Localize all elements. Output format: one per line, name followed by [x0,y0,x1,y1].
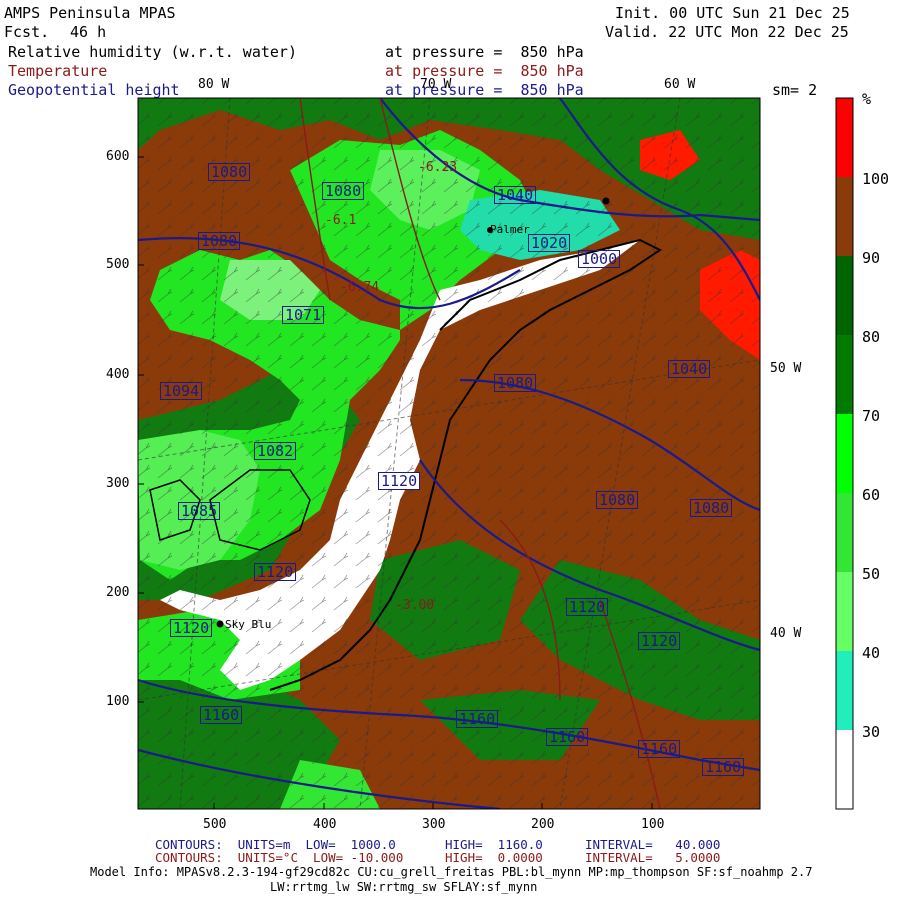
height-label: 1120 [170,619,213,637]
height-label: 1080 [198,232,241,250]
sky-blu-label: Sky Blu [225,618,272,631]
colorbar-label: 60 [862,486,881,504]
x-tick-label: 200 [531,817,555,832]
colorbar-label: 40 [862,644,881,662]
height-label: 1120 [378,472,421,490]
colorbar-label: 90 [862,249,881,267]
lon-label: 60 W [664,77,696,92]
height-label: 1082 [254,442,297,460]
lon-label: 80 W [198,77,230,92]
colorbar-unit: % [862,90,872,108]
temp-label: -6.1 [325,213,357,228]
temp-label: -3.00 [395,598,435,613]
temp-label: -6.23 [418,160,458,175]
height-label: 1000 [578,250,621,268]
height-label: 1080 [690,499,733,517]
footer-temp-contours: CONTOURS: UNITS=°C LOW= -10.000 [155,850,404,865]
height-label: 1160 [456,710,499,728]
height-label: 1160 [200,706,243,724]
x-tick-label: 100 [641,817,665,832]
lon-label: 40 W [770,626,802,641]
colorbar-label: 50 [862,565,881,583]
colorbar [835,97,854,810]
lon-label: 50 W [770,361,802,376]
lon-label: 70 W [420,77,452,92]
height-label: 1160 [702,758,745,776]
palmer-label: Palmer [490,223,530,236]
height-label: 1120 [254,563,297,581]
y-tick-label: 300 [106,476,130,491]
height-label: 1085 [178,502,221,520]
weather-map [137,97,854,810]
height-label: 1080 [494,374,537,392]
y-tick-label: 200 [106,585,130,600]
colorbar-label: 30 [862,723,881,741]
x-tick-label: 400 [313,817,337,832]
height-label: 1160 [638,740,681,758]
height-label: 1120 [638,632,681,650]
colorbar-label: 100 [862,170,890,188]
height-label: 1120 [566,598,609,616]
footer-model-info: Model Info: MPASv8.2.3-194-gf29cd82c CU:… [90,865,813,879]
sky-blu-marker [216,620,224,628]
footer-model-info-2: LW:rrtmg_lw SW:rrtmg_sw SFLAY:sf_mynn [270,880,538,894]
footer-temp-high: HIGH= 0.0000 [445,850,543,865]
x-tick-label: 500 [203,817,227,832]
height-label: 1040 [668,360,711,378]
station-marker [602,197,610,205]
x-tick-label: 300 [422,817,446,832]
temp-label: -6.74 [340,280,380,295]
y-tick-label: 500 [106,257,130,272]
height-label: 1020 [528,234,571,252]
y-tick-label: 100 [106,694,130,709]
colorbar-label: 70 [862,407,881,425]
colorbar-label: 80 [862,328,881,346]
y-tick-label: 600 [106,149,130,164]
height-label: 1080 [596,491,639,509]
map-field [138,98,760,809]
height-label: 1080 [208,163,251,181]
footer-temp-interval: INTERVAL= 5.0000 [585,850,721,865]
height-label: 1071 [282,306,325,324]
height-label: 1160 [546,728,589,746]
height-label: 1094 [160,382,203,400]
y-tick-label: 400 [106,367,130,382]
height-label: 1040 [494,186,537,204]
height-label: 1080 [322,182,365,200]
